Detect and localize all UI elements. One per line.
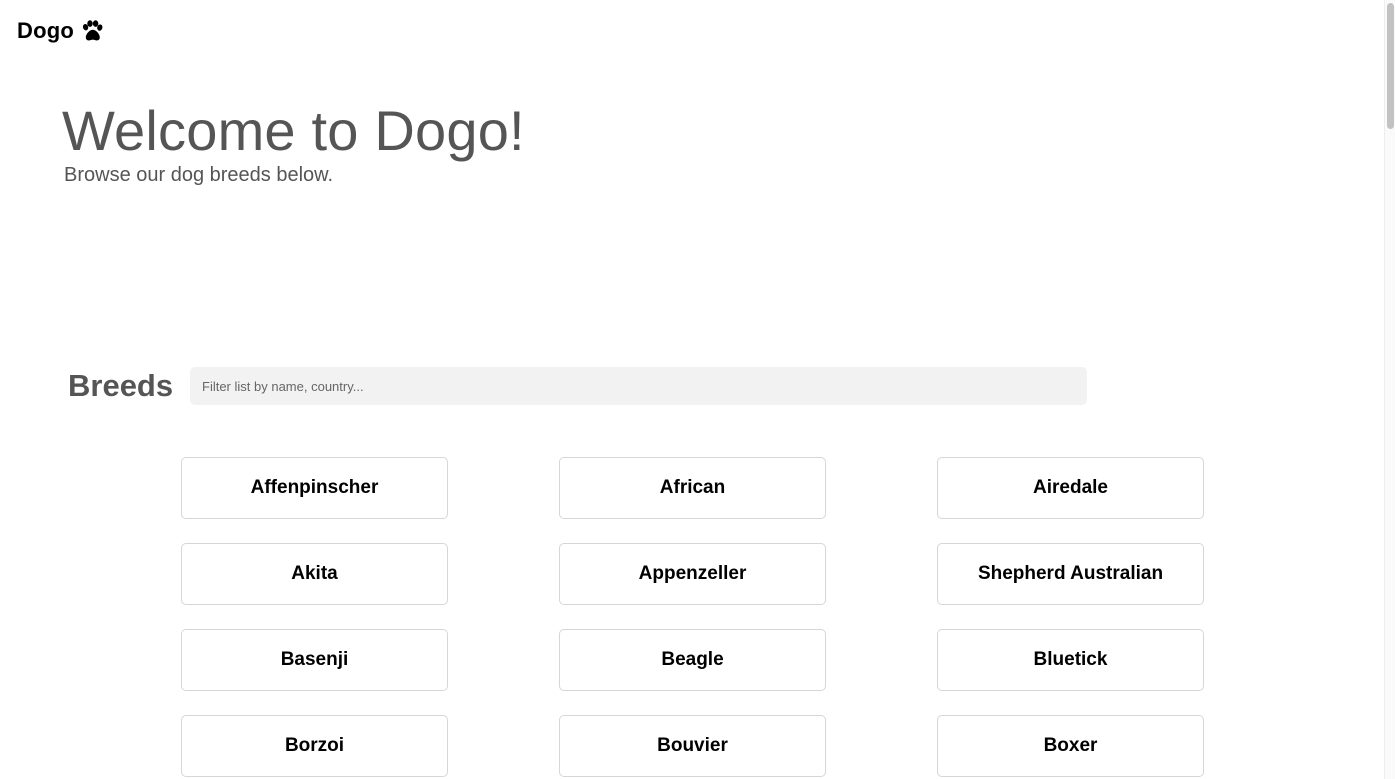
breed-card-bouvier[interactable]: Bouvier [559,715,826,777]
breeds-heading: Breeds [68,368,174,403]
breed-card-akita[interactable]: Akita [181,543,448,605]
breed-card-affenpinscher[interactable]: Affenpinscher [181,457,448,519]
breed-filter-input[interactable] [190,367,1087,405]
breed-card-beagle[interactable]: Beagle [559,629,826,691]
breed-card-african[interactable]: African [559,457,826,519]
scrollbar-thumb[interactable] [1387,3,1394,129]
hero-title: Welcome to Dogo! [62,99,525,162]
breed-card-airedale[interactable]: Airedale [937,457,1204,519]
hero-subtitle: Browse our dog breeds below. [64,164,334,186]
breed-card-bluetick[interactable]: Bluetick [937,629,1204,691]
breed-card-basenji[interactable]: Basenji [181,629,448,691]
breed-card-borzoi[interactable]: Borzoi [181,715,448,777]
brand-name: Dogo [17,18,75,43]
vertical-scrollbar[interactable] [1384,0,1395,779]
breed-card-appenzeller[interactable]: Appenzeller [559,543,826,605]
brand-link[interactable]: Dogo [17,15,104,47]
breed-card-shepherd-australian[interactable]: Shepherd Australian [937,543,1204,605]
paw-icon [80,20,104,42]
page: Dogo Welcome to Dogo! Browse our dog bre… [0,0,1395,779]
breed-card-boxer[interactable]: Boxer [937,715,1204,777]
breed-grid: Affenpinscher African Airedale Akita App… [181,457,1204,777]
